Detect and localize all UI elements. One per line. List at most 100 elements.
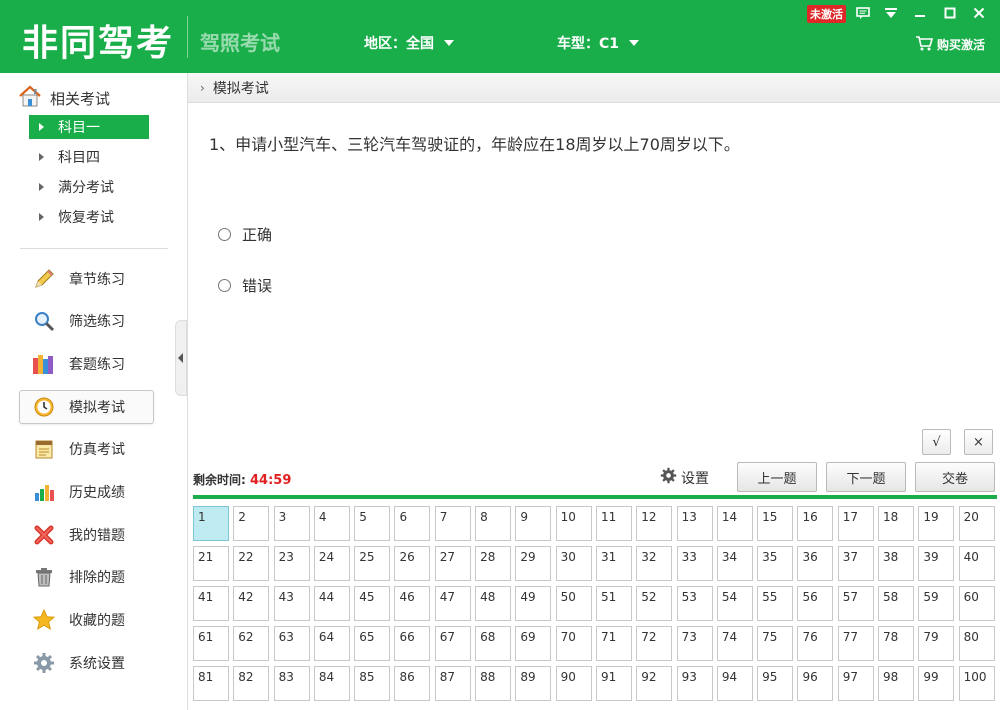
question-number-cell[interactable]: 55 (757, 586, 794, 621)
question-number-cell[interactable]: 15 (757, 506, 794, 541)
answer-option-false[interactable]: 错误 (218, 275, 272, 296)
radio-button[interactable] (218, 228, 231, 241)
question-number-cell[interactable]: 40 (958, 546, 995, 581)
question-number-cell[interactable]: 35 (757, 546, 794, 581)
question-number-cell[interactable]: 65 (354, 626, 391, 661)
question-number-cell[interactable]: 32 (636, 546, 673, 581)
question-number-cell[interactable]: 90 (555, 666, 592, 701)
question-number-cell[interactable]: 11 (595, 506, 632, 541)
nav-excluded-questions[interactable]: 排除的题 (19, 560, 154, 594)
question-number-cell[interactable]: 60 (958, 586, 995, 621)
nav-set-practice[interactable]: 套题练习 (19, 347, 154, 381)
nav-filter-practice[interactable]: 筛选练习 (19, 304, 154, 338)
question-number-cell[interactable]: 85 (354, 666, 391, 701)
question-number-cell[interactable]: 88 (475, 666, 512, 701)
question-number-cell[interactable]: 34 (716, 546, 753, 581)
question-number-cell[interactable]: 36 (797, 546, 834, 581)
question-number-cell[interactable]: 87 (434, 666, 471, 701)
question-number-cell[interactable]: 78 (878, 626, 915, 661)
sidebar-item-full-score[interactable]: 满分考试 (29, 175, 149, 199)
question-number-cell[interactable]: 91 (595, 666, 632, 701)
question-number-cell[interactable]: 80 (958, 626, 995, 661)
question-number-cell[interactable]: 81 (193, 666, 229, 701)
cartype-selector[interactable]: 车型：C1 (557, 33, 640, 53)
nav-favorite-questions[interactable]: 收藏的题 (19, 603, 154, 637)
question-number-cell[interactable]: 12 (636, 506, 673, 541)
question-number-cell[interactable]: 4 (313, 506, 350, 541)
question-number-cell[interactable]: 18 (878, 506, 915, 541)
activation-badge[interactable]: 未激活 (807, 5, 846, 23)
question-number-cell[interactable]: 71 (595, 626, 632, 661)
nav-chapter-practice[interactable]: 章节练习 (19, 262, 154, 296)
question-number-cell[interactable]: 47 (434, 586, 471, 621)
question-number-cell[interactable]: 57 (837, 586, 874, 621)
question-number-cell[interactable]: 5 (354, 506, 391, 541)
question-number-cell[interactable]: 69 (515, 626, 552, 661)
question-number-cell[interactable]: 76 (797, 626, 834, 661)
question-number-cell[interactable]: 77 (837, 626, 874, 661)
question-number-cell[interactable]: 24 (313, 546, 350, 581)
region-selector[interactable]: 地区：全国 (364, 33, 454, 53)
question-number-cell[interactable]: 45 (354, 586, 391, 621)
question-number-cell[interactable]: 89 (515, 666, 552, 701)
question-number-cell[interactable]: 33 (676, 546, 713, 581)
question-number-cell[interactable]: 38 (878, 546, 915, 581)
question-number-cell[interactable]: 61 (193, 626, 229, 661)
question-number-cell[interactable]: 27 (434, 546, 471, 581)
question-number-cell[interactable]: 62 (233, 626, 270, 661)
question-number-cell[interactable]: 53 (676, 586, 713, 621)
question-number-cell[interactable]: 52 (636, 586, 673, 621)
question-number-cell[interactable]: 43 (273, 586, 310, 621)
mark-wrong-button[interactable]: × (964, 429, 993, 455)
question-number-cell[interactable]: 13 (676, 506, 713, 541)
question-number-cell[interactable]: 50 (555, 586, 592, 621)
question-number-cell[interactable]: 46 (394, 586, 431, 621)
question-number-cell[interactable]: 37 (837, 546, 874, 581)
question-number-cell[interactable]: 49 (515, 586, 552, 621)
question-number-cell[interactable]: 31 (595, 546, 632, 581)
question-number-cell[interactable]: 83 (273, 666, 310, 701)
question-number-cell[interactable]: 64 (313, 626, 350, 661)
question-number-cell[interactable]: 29 (515, 546, 552, 581)
nav-simulation-exam[interactable]: 仿真考试 (19, 432, 154, 466)
maximize-icon[interactable] (939, 4, 961, 22)
question-number-cell[interactable]: 20 (958, 506, 995, 541)
nav-my-mistakes[interactable]: 我的错题 (19, 518, 154, 552)
question-number-cell[interactable]: 42 (233, 586, 270, 621)
question-number-cell[interactable]: 41 (193, 586, 229, 621)
question-number-cell[interactable]: 98 (878, 666, 915, 701)
question-number-cell[interactable]: 6 (394, 506, 431, 541)
question-number-cell[interactable]: 86 (394, 666, 431, 701)
question-number-cell[interactable]: 8 (475, 506, 512, 541)
question-number-cell[interactable]: 14 (716, 506, 753, 541)
question-number-cell[interactable]: 17 (837, 506, 874, 541)
question-number-cell[interactable]: 79 (918, 626, 955, 661)
nav-mock-exam[interactable]: 模拟考试 (19, 390, 154, 424)
radio-button[interactable] (218, 279, 231, 292)
question-number-cell[interactable]: 92 (636, 666, 673, 701)
question-number-cell[interactable]: 22 (233, 546, 270, 581)
question-number-cell[interactable]: 7 (434, 506, 471, 541)
question-number-cell[interactable]: 58 (878, 586, 915, 621)
question-number-cell[interactable]: 21 (193, 546, 229, 581)
question-number-cell[interactable]: 68 (475, 626, 512, 661)
question-number-cell[interactable]: 73 (676, 626, 713, 661)
question-number-cell[interactable]: 39 (918, 546, 955, 581)
question-number-cell[interactable]: 56 (797, 586, 834, 621)
question-number-cell[interactable]: 48 (475, 586, 512, 621)
question-number-cell[interactable]: 75 (757, 626, 794, 661)
sidebar-item-subject-four[interactable]: 科目四 (29, 145, 149, 169)
settings-button[interactable]: 设置 (660, 467, 709, 488)
question-number-cell[interactable]: 26 (394, 546, 431, 581)
question-number-cell[interactable]: 74 (716, 626, 753, 661)
question-number-cell[interactable]: 9 (515, 506, 552, 541)
minimize-icon[interactable] (909, 4, 931, 22)
question-number-cell[interactable]: 10 (555, 506, 592, 541)
question-number-cell[interactable]: 28 (475, 546, 512, 581)
question-number-cell[interactable]: 19 (918, 506, 955, 541)
question-number-cell[interactable]: 16 (797, 506, 834, 541)
question-number-cell[interactable]: 54 (716, 586, 753, 621)
question-number-cell[interactable]: 67 (434, 626, 471, 661)
question-number-cell[interactable]: 94 (716, 666, 753, 701)
question-number-cell[interactable]: 51 (595, 586, 632, 621)
